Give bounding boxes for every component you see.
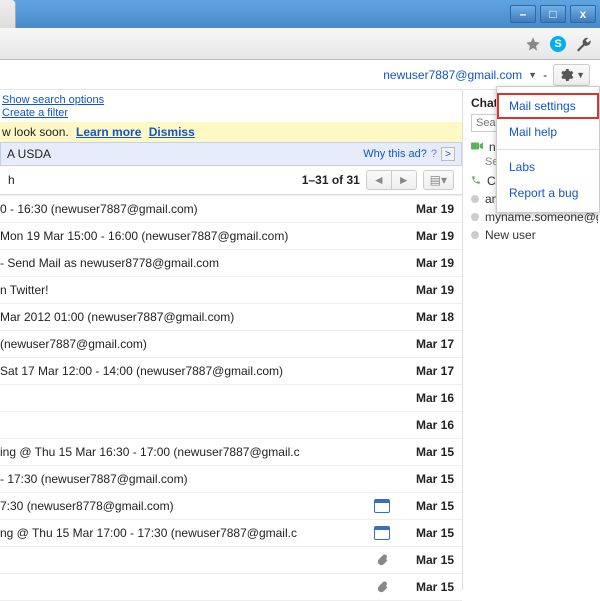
mail-date: Mar 18 — [398, 310, 454, 324]
mail-date: Mar 15 — [398, 580, 454, 594]
mail-row[interactable]: ing @ Thu 15 Mar 16:30 - 17:00 (newuser7… — [0, 439, 462, 466]
mail-subject: Mar 2012 01:00 (newuser7887@gmail.com) — [0, 310, 366, 324]
phone-icon — [471, 174, 481, 188]
calendar-icon — [374, 526, 390, 540]
mail-date: Mar 15 — [398, 499, 454, 513]
mail-date: Mar 19 — [398, 283, 454, 297]
mail-date: Mar 16 — [398, 391, 454, 405]
chat-contact[interactable]: New user — [471, 226, 598, 244]
menu-labs[interactable]: Labs — [497, 154, 599, 180]
mail-date: Mar 15 — [398, 472, 454, 486]
mail-list: 0 - 16:30 (newuser7887@gmail.com) Mar 19 M… — [0, 195, 462, 601]
show-search-options-link[interactable]: Show search options — [2, 94, 462, 107]
mail-subject: n Twitter! — [0, 283, 366, 297]
mail-date: Mar 15 — [398, 445, 454, 459]
mail-row[interactable]: - 17:30 (newuser7887@gmail.com) Mar 15 — [0, 466, 462, 493]
why-this-ad[interactable]: Why this ad?? > — [363, 147, 455, 161]
mail-row[interactable]: Mon 19 Mar 15:00 - 16:00 (newuser7887@gm… — [0, 223, 462, 250]
mail-subject: Mon 19 Mar 15:00 - 16:00 (newuser7887@gm… — [0, 229, 366, 243]
learn-more-link[interactable]: Learn more — [76, 125, 141, 139]
mail-date: Mar 19 — [398, 202, 454, 216]
mail-subject: ing @ Thu 15 Mar 16:30 - 17:00 (newuser7… — [0, 445, 366, 459]
mail-subject: 7:30 (newuser8778@gmail.com) — [0, 499, 366, 513]
minimize-button[interactable]: – — [510, 5, 536, 23]
mail-subject: (newuser7887@gmail.com) — [0, 337, 366, 351]
calendar-icon — [374, 499, 390, 513]
mail-subject: - Send Mail as newuser8778@gmail.com — [0, 256, 366, 270]
mail-subject: - 17:30 (newuser7887@gmail.com) — [0, 472, 366, 486]
mail-row[interactable]: Mar 15 — [0, 574, 462, 601]
mail-row[interactable]: Sat 17 Mar 12:00 - 14:00 (newuser7887@gm… — [0, 358, 462, 385]
mail-date: Mar 19 — [398, 229, 454, 243]
header-left-button[interactable]: h — [8, 173, 296, 187]
mail-date: Mar 15 — [398, 526, 454, 540]
maximize-button[interactable]: □ — [540, 5, 566, 23]
window-controls: – □ x — [0, 0, 600, 28]
settings-menu: Mail settings Mail help Labs Report a bu… — [496, 86, 600, 213]
skype-icon[interactable]: S — [550, 36, 566, 52]
dash: - — [543, 68, 547, 82]
wrench-icon[interactable] — [574, 35, 592, 53]
ad-banner: A USDA Why this ad?? > — [0, 142, 462, 166]
mail-row[interactable]: 7:30 (newuser8778@gmail.com) Mar 15 — [0, 493, 462, 520]
mail-date: Mar 15 — [398, 553, 454, 567]
account-dropdown-arrow-icon[interactable]: ▼ — [528, 70, 537, 80]
mail-row[interactable]: ng @ Thu 15 Mar 17:00 - 17:30 (newuser78… — [0, 520, 462, 547]
mail-row[interactable]: Mar 15 — [0, 547, 462, 574]
mail-subject: Sat 17 Mar 12:00 - 14:00 (newuser7887@gm… — [0, 364, 366, 378]
mail-counter: 1–31 of 31 — [302, 173, 360, 187]
bookmark-star-icon[interactable] — [524, 35, 542, 53]
mail-date: Mar 16 — [398, 418, 454, 432]
view-density-button[interactable]: ▤▾ — [423, 170, 454, 190]
status-dot-icon — [471, 195, 479, 203]
search-options-links: Show search options Create a filter — [0, 90, 462, 122]
ad-text[interactable]: A USDA — [7, 147, 51, 161]
question-icon: ? — [431, 148, 437, 160]
close-button[interactable]: x — [570, 5, 596, 23]
mail-row[interactable]: n Twitter! Mar 19 — [0, 277, 462, 304]
mail-list-header: h 1–31 of 31 ◄ ► ▤▾ — [0, 166, 462, 195]
menu-mail-help[interactable]: Mail help — [497, 119, 599, 145]
dismiss-link[interactable]: Dismiss — [149, 125, 195, 139]
menu-mail-settings[interactable]: Mail settings — [497, 93, 599, 119]
new-look-banner: w look soon. Learn more Dismiss — [0, 122, 462, 142]
attachment-icon — [374, 553, 390, 567]
account-email[interactable]: newuser7887@gmail.com — [383, 68, 522, 82]
mail-date: Mar 17 — [398, 337, 454, 351]
mail-row[interactable]: 0 - 16:30 (newuser7887@gmail.com) Mar 19 — [0, 196, 462, 223]
create-filter-link[interactable]: Create a filter — [2, 107, 462, 120]
menu-divider — [497, 149, 599, 150]
mail-row[interactable]: Mar 2012 01:00 (newuser7887@gmail.com) Ma… — [0, 304, 462, 331]
mail-subject: 0 - 16:30 (newuser7887@gmail.com) — [0, 202, 366, 216]
mail-row[interactable]: - Send Mail as newuser8778@gmail.com Mar … — [0, 250, 462, 277]
mail-row[interactable]: Mar 16 — [0, 412, 462, 439]
mail-row[interactable]: (newuser7887@gmail.com) Mar 17 — [0, 331, 462, 358]
next-page-button[interactable]: ► — [392, 170, 417, 190]
status-dot-icon — [471, 213, 479, 221]
new-look-text: w look soon. — [2, 125, 69, 139]
ad-collapse-icon[interactable]: > — [441, 147, 455, 161]
mail-date: Mar 17 — [398, 364, 454, 378]
settings-gear-button[interactable]: ▼ — [553, 64, 590, 86]
mail-row[interactable]: Mar 16 — [0, 385, 462, 412]
mail-subject: ng @ Thu 15 Mar 17:00 - 17:30 (newuser78… — [0, 526, 366, 540]
attachment-icon — [374, 580, 390, 594]
status-dot-icon — [471, 231, 479, 239]
mail-date: Mar 19 — [398, 256, 454, 270]
browser-toolbar: S — [0, 28, 600, 60]
menu-report-bug[interactable]: Report a bug — [497, 180, 599, 206]
camera-icon — [471, 140, 483, 154]
prev-page-button[interactable]: ◄ — [366, 170, 392, 190]
